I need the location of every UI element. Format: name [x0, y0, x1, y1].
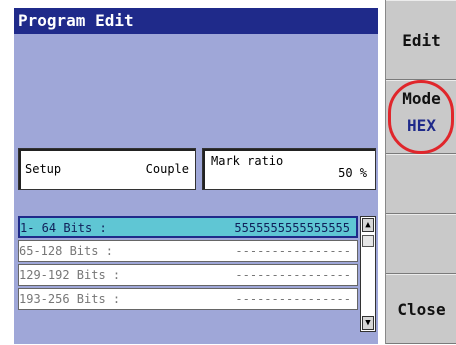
mark-ratio-value: 50 % [338, 166, 367, 180]
close-button-label: Close [397, 300, 446, 319]
scroll-thumb[interactable] [362, 235, 374, 247]
bit-row-value: 5555555555555555 [234, 221, 350, 235]
edit-button[interactable]: Edit [386, 0, 456, 80]
bit-row-1-64[interactable]: 1- 64 Bits : 5555555555555555 [18, 216, 358, 238]
bit-row-value: ---------------- [235, 292, 351, 306]
mark-ratio-field[interactable]: Mark ratio 50 % [202, 148, 376, 190]
softkey-blank-1[interactable] [386, 154, 456, 214]
softkey-blank-2[interactable] [386, 214, 456, 274]
bit-row-range: 65-128 Bits : [19, 244, 113, 258]
bit-row-65-128[interactable]: 65-128 Bits : ---------------- [18, 240, 358, 262]
edit-button-label: Edit [402, 31, 441, 50]
bit-list-scrollbar[interactable]: ▲ ▼ [360, 216, 376, 332]
setup-field[interactable]: Setup Couple [18, 148, 196, 190]
bit-row-range: 193-256 Bits : [19, 292, 121, 306]
setup-label: Setup [25, 162, 62, 176]
close-button[interactable]: Close [386, 274, 456, 344]
scroll-down-icon[interactable]: ▼ [362, 316, 374, 330]
bit-list: 1- 64 Bits : 5555555555555555 65-128 Bit… [18, 216, 376, 336]
mode-label: Mode [402, 89, 441, 108]
scroll-up-icon[interactable]: ▲ [362, 218, 374, 232]
bit-row-range: 1- 64 Bits : [20, 221, 107, 235]
bit-row-range: 129-192 Bits : [19, 268, 121, 282]
mode-button[interactable]: Mode HEX [386, 80, 456, 154]
bit-row-129-192[interactable]: 129-192 Bits : ---------------- [18, 264, 358, 286]
bit-row-value: ---------------- [235, 268, 351, 282]
bit-row-value: ---------------- [235, 244, 351, 258]
mode-value: HEX [407, 116, 436, 135]
bit-row-193-256[interactable]: 193-256 Bits : ---------------- [18, 288, 358, 310]
mark-ratio-label: Mark ratio [211, 154, 284, 168]
program-edit-panel: Program Edit Setup Couple Mark ratio 50 … [14, 8, 378, 344]
softkey-column: Edit Mode HEX Close [385, 0, 456, 344]
setup-value: Couple [145, 162, 189, 176]
page-title: Program Edit [14, 8, 378, 34]
